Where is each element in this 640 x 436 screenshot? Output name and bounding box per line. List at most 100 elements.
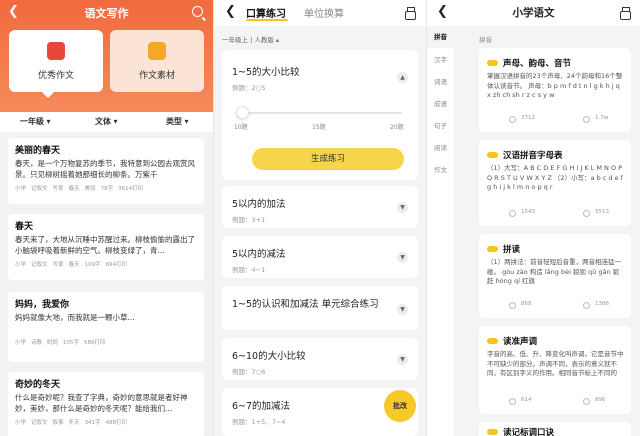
- stat: 1386: [595, 301, 609, 307]
- print-count-icon: [583, 302, 590, 309]
- toggle-icon: [487, 60, 498, 66]
- sidebar-item-idioms[interactable]: 成语: [427, 98, 454, 108]
- tab-unit-conversion[interactable]: 单位换算: [304, 5, 344, 20]
- chevron-down-icon[interactable]: ▼: [397, 304, 408, 315]
- stat: 5513: [595, 209, 609, 215]
- article-title: 春天: [15, 222, 34, 232]
- category-heading: 拼音: [479, 36, 492, 44]
- lesson-card[interactable]: 汉语拼音字母表 （1）大写：A B C D E F G H I J K L M …: [479, 140, 631, 226]
- exercise-title: 5以内的减法: [232, 249, 286, 260]
- article-title: 美丽的春天: [15, 146, 61, 156]
- lesson-card[interactable]: 声母、韵母、音节 掌握汉语拼音的23个声母、24个韵母和16个整体认读音节。 声…: [479, 48, 631, 132]
- article-card[interactable]: 春天 春天来了，大地从沉睡中苏醒过来。柳枝偷偷的露出了小脑袋呼吸着新鲜的空气。柳…: [8, 214, 204, 280]
- exercise-title: 1~5的认识和加减法 单元综合练习: [232, 299, 379, 310]
- print-icon[interactable]: [405, 7, 416, 20]
- generate-exercise-button[interactable]: 生成练习: [252, 148, 404, 170]
- chinese-screen: ❮ 小学语文 拼音 汉字 词语 成语 句子 阅读 作文 拼音 声母、韵母、音节 …: [427, 0, 640, 436]
- search-icon[interactable]: [192, 6, 203, 17]
- lesson-title: 读记标调口诀: [503, 428, 555, 436]
- grade-selector[interactable]: 一年级上 | 人教版 ▴: [222, 34, 279, 44]
- article-excerpt: 妈妈就像大地，而我就是一颗小草...: [15, 313, 135, 322]
- oral-arithmetic-screen: ❮ 口算练习 单位换算 一年级上 | 人教版 ▴ 1~5的大小比较 例题：2○5…: [214, 0, 426, 436]
- lesson-body: 字音的高、低、升、降变化叫声调。它是音节中不可缺少的部分。声调不同，表示的意义就…: [487, 350, 624, 377]
- print-icon[interactable]: [620, 7, 631, 20]
- stat: 3712: [521, 115, 535, 121]
- lesson-title: 读准声调: [503, 337, 538, 347]
- chevron-down-icon[interactable]: ▼: [397, 354, 408, 365]
- type-filter[interactable]: 类型 ▾: [166, 116, 189, 127]
- print-count-icon: [583, 116, 590, 123]
- article-meta: 小学 记叙文 写景 春天 美丽 78字 3614打印: [15, 186, 144, 192]
- slider-label: 20题: [390, 124, 404, 131]
- material-icon: [148, 42, 166, 60]
- active-tab-indicator: [246, 19, 288, 21]
- exercise-card[interactable]: 5以内的减法 例题：4−1 ▼: [222, 236, 418, 278]
- toggle-icon: [487, 338, 498, 344]
- article-excerpt: 什么是奇妙呢？我查了字典，奇妙的意思就是者好神妙，美妙，那什么是奇妙的冬天呢？能…: [15, 393, 188, 413]
- toggle-icon: [487, 429, 498, 435]
- chevron-down-icon[interactable]: ▼: [397, 202, 408, 213]
- article-card[interactable]: 妈妈，我爱你 妈妈就像大地，而我就是一颗小草... 小学 诗歌 妈妈 105字 586打…: [8, 292, 204, 362]
- slider-label: 10题: [234, 124, 248, 131]
- lesson-card[interactable]: 读准声调 字音的高、低、升、降变化叫声调。它是音节中不可缺少的部分。声调不同，表…: [479, 326, 631, 414]
- card-label: 优秀作文: [37, 71, 74, 81]
- article-title: 妈妈，我爱你: [15, 300, 70, 310]
- stat: 896: [595, 397, 606, 403]
- lesson-title: 汉语拼音字母表: [503, 151, 563, 161]
- page-title: 语文写作: [84, 7, 129, 20]
- chevron-up-icon[interactable]: ▲: [397, 72, 408, 83]
- article-title: 奇妙的冬天: [15, 380, 61, 390]
- view-icon: [509, 116, 516, 123]
- article-excerpt: 春天来了，大地从沉睡中苏醒过来。柳枝偷偷的露出了小脑袋呼吸着新鲜的空气。柳枝变绿…: [15, 235, 195, 255]
- stat: 1543: [521, 209, 535, 215]
- exercise-card[interactable]: 1~5的认识和加减法 单元综合练习 ▼: [222, 286, 418, 330]
- article-card[interactable]: 奇妙的冬天 什么是奇妙呢？我查了字典，奇妙的意思就是者好神妙，美妙，那什么是奇妙…: [8, 372, 204, 436]
- lesson-body: （1）大写：A B C D E F G H I J K L M N O P Q …: [487, 164, 623, 191]
- lesson-card[interactable]: 读记标调口诀: [479, 422, 631, 436]
- exercise-card[interactable]: 5以内的加法 例题：3+1 ▼: [222, 186, 418, 228]
- exercise-title: 5以内的加法: [232, 199, 286, 210]
- filter-bar: 一年级 ▾ 文体 ▾ 类型 ▾: [0, 112, 213, 132]
- article-meta: 小学 诗歌 妈妈 105字 586打印: [15, 340, 106, 346]
- tab-oral-arithmetic[interactable]: 口算练习: [246, 5, 286, 20]
- toggle-icon: [487, 152, 498, 158]
- chevron-down-icon[interactable]: ▼: [397, 252, 408, 263]
- sidebar-item-sentences[interactable]: 句子: [427, 120, 454, 130]
- article-meta: 小学 记叙文 写景 春天 109字 694打印: [15, 262, 128, 268]
- lesson-card[interactable]: 拼读 （1）两拼法：前音轻短后音重，两音相连猛一碰。 gòu zào 构造 lǎ…: [479, 234, 631, 318]
- sidebar-item-reading[interactable]: 阅读: [427, 142, 454, 152]
- lesson-title: 拼读: [503, 245, 521, 255]
- view-icon: [509, 210, 516, 217]
- page-title: 小学语文: [512, 7, 555, 19]
- exercise-example: 例题：1+5、7−4: [232, 418, 286, 426]
- exercise-title: 6~10的大小比较: [232, 351, 306, 362]
- writing-screen: ❮ 语文写作 优秀作文 作文素材 一年级 ▾ 文体 ▾ 类型 ▾ 美丽的春天 春…: [0, 0, 213, 436]
- exercise-card[interactable]: 6~10的大小比较 例题：7○6 ▼: [222, 338, 418, 380]
- stat: 868: [521, 301, 532, 307]
- lesson-body: （1）两拼法：前音轻短后音重，两音相连猛一碰。 gòu zào 构造 lǎng …: [487, 258, 622, 285]
- sidebar-item-hanzi[interactable]: 汉字: [427, 54, 454, 64]
- essay-material-card[interactable]: 作文素材: [110, 30, 204, 92]
- grade-button[interactable]: 批改: [384, 390, 416, 422]
- sidebar-item-composition[interactable]: 作文: [427, 164, 454, 174]
- card-label: 作文素材: [138, 71, 175, 81]
- exercise-card-expanded[interactable]: 1~5的大小比较 例题：2○5 ▲ 10题 15题 20题 生成练习: [222, 50, 418, 180]
- sidebar-item-words[interactable]: 词语: [427, 76, 454, 86]
- grade-filter[interactable]: 一年级 ▾: [20, 116, 51, 127]
- exercise-example: 例题：2○5: [232, 84, 266, 92]
- exercise-example: 例题：4−1: [232, 266, 266, 274]
- article-card[interactable]: 美丽的春天 春天，是一个万物复苏的季节，我特意到公园去观赏风景。只见柳树摇着她那…: [8, 138, 204, 204]
- back-icon[interactable]: ❮: [225, 4, 236, 19]
- slider-knob[interactable]: [236, 106, 249, 119]
- genre-filter[interactable]: 文体 ▾: [95, 116, 118, 127]
- excellent-essay-card[interactable]: 优秀作文: [9, 30, 103, 92]
- question-count-slider[interactable]: [242, 112, 402, 114]
- print-count-icon: [583, 210, 590, 217]
- slider-label: 15题: [312, 124, 326, 131]
- view-icon: [509, 398, 516, 405]
- category-sidebar: 拼音 汉字 词语 成语 句子 阅读 作文: [427, 26, 454, 436]
- stat: 1.7w: [595, 115, 609, 121]
- lesson-title: 声母、韵母、音节: [503, 59, 572, 69]
- lesson-body: 掌握汉语拼音的23个声母、24个韵母和16个整体认读音节。 声母：b p m f…: [487, 72, 623, 99]
- sidebar-item-pinyin[interactable]: 拼音: [427, 26, 454, 48]
